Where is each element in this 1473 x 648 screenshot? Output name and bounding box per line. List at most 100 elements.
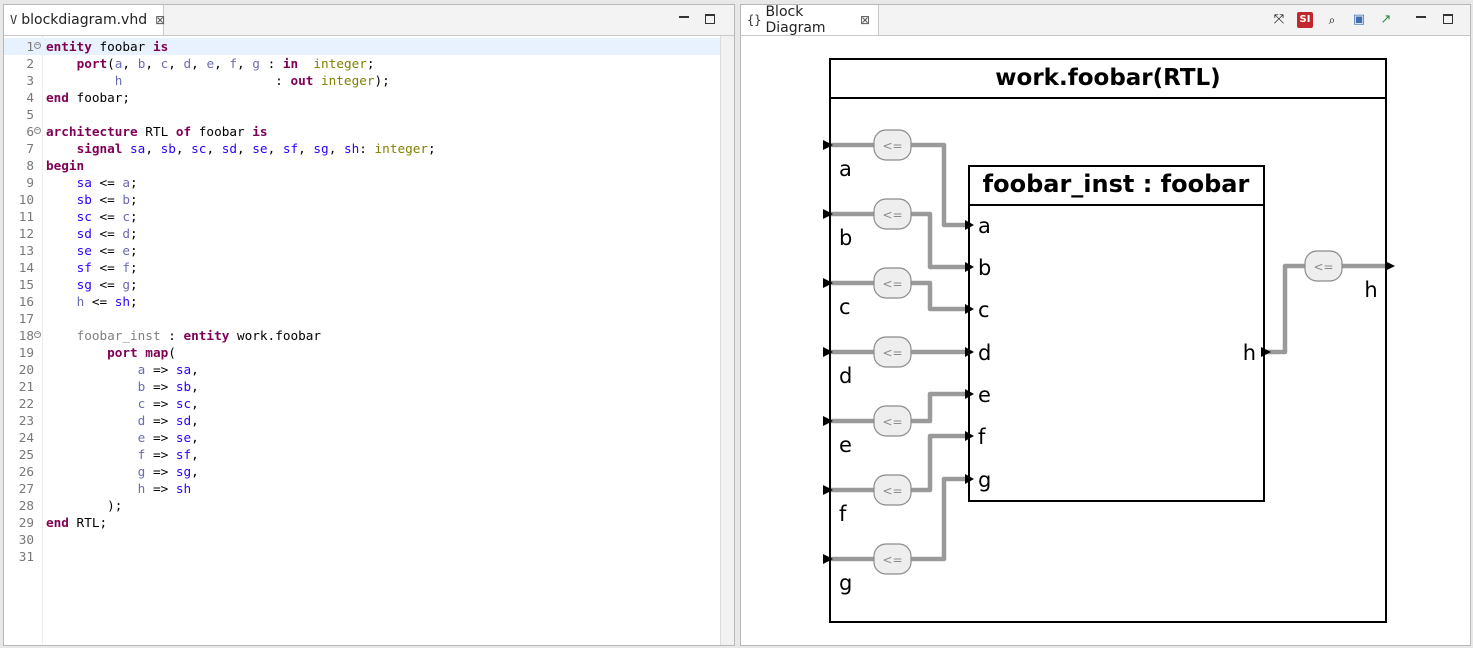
code-line[interactable]: 15 sg <= g;: [4, 276, 720, 293]
minimize-icon[interactable]: [676, 11, 692, 27]
block-diagram-icon: {}: [747, 13, 762, 27]
code-line[interactable]: 7 signal sa, sb, sc, sd, se, sf, sg, sh:…: [4, 140, 720, 157]
code-text: h : out integer);: [114, 73, 390, 88]
instance-port-label-f: f: [978, 425, 986, 449]
line-number: 3: [26, 73, 34, 88]
line-number: 5: [26, 107, 34, 122]
line-number: 30: [18, 532, 34, 547]
code-line[interactable]: 18− foobar_inst : entity work.foobar: [4, 327, 720, 344]
editor-panel: V blockdiagram.vhd ⊠ 1− entity foobar is 2…: [3, 4, 735, 646]
line-number: 28: [18, 498, 34, 513]
close-icon[interactable]: ⊠: [155, 13, 165, 27]
line-number: 22: [18, 396, 34, 411]
maximize-icon[interactable]: [1440, 11, 1456, 27]
input-port-label-e: e: [839, 433, 852, 457]
instance-port-label-d: d: [978, 341, 991, 365]
code-line[interactable]: 11 sc <= c;: [4, 208, 720, 225]
code-line[interactable]: 23 d => sd,: [4, 412, 720, 429]
instance-port-label-e: e: [978, 383, 991, 407]
save-icon[interactable]: ▣: [1351, 12, 1367, 28]
vertical-scrollbar[interactable]: [720, 36, 734, 645]
fit-to-view-icon[interactable]: ⤧: [1271, 12, 1287, 28]
code-text: b => sb,: [137, 379, 199, 394]
line-number: 8: [26, 158, 34, 173]
code-text: a => sa,: [137, 362, 199, 377]
code-line[interactable]: 10 sb <= b;: [4, 191, 720, 208]
code-text: end foobar;: [46, 90, 131, 105]
code-line[interactable]: 27 h => sh: [4, 480, 720, 497]
minimize-icon[interactable]: [1413, 11, 1429, 27]
code-line[interactable]: 9 sa <= a;: [4, 174, 720, 191]
code-editor[interactable]: 1− entity foobar is 2 port(a, b, c, d, e, …: [4, 36, 720, 645]
code-line[interactable]: 30: [4, 531, 720, 548]
code-line[interactable]: 12 sd <= d;: [4, 225, 720, 242]
code-line[interactable]: 2 port(a, b, c, d, e, f, g : in integer;: [4, 55, 720, 72]
code-line[interactable]: 3 h : out integer);: [4, 72, 720, 89]
input-port-label-b: b: [839, 226, 852, 250]
assign-label-h: <=: [1313, 260, 1333, 274]
code-line[interactable]: 26 g => sg,: [4, 463, 720, 480]
code-line[interactable]: 29 end RTL;: [4, 514, 720, 531]
input-port-label-a: a: [839, 157, 852, 181]
code-text: g => sg,: [137, 464, 199, 479]
tab-blockdiagram-vhd[interactable]: V blockdiagram.vhd ⊠: [4, 5, 165, 35]
line-number: 7: [26, 141, 34, 156]
code-line[interactable]: 24 e => se,: [4, 429, 720, 446]
maximize-icon[interactable]: [702, 11, 718, 27]
code-line[interactable]: 14 sf <= f;: [4, 259, 720, 276]
code-line[interactable]: 8 begin: [4, 157, 720, 174]
block-diagram-panel: {} Block Diagram ⊠ ⤧ SI ⌕ ▣ ↗ work.fooba…: [740, 4, 1471, 646]
code-text: sf <= f;: [76, 260, 138, 275]
line-number: 2: [26, 56, 34, 71]
code-line[interactable]: 31: [4, 548, 720, 565]
input-port-label-g: g: [839, 571, 852, 595]
zoom-icon[interactable]: ⌕: [1324, 12, 1340, 28]
assign-label-b: <=: [882, 208, 902, 222]
code-line[interactable]: 25 f => sf,: [4, 446, 720, 463]
line-number: 4: [26, 90, 34, 105]
fold-toggle-icon[interactable]: −: [34, 42, 41, 49]
output-port-label-h: h: [1364, 278, 1377, 302]
instance-block: [968, 165, 1265, 502]
code-text: sc <= c;: [76, 209, 138, 224]
input-port-label-c: c: [839, 295, 851, 319]
code-line[interactable]: 13 se <= e;: [4, 242, 720, 259]
code-line[interactable]: 19 port map(: [4, 344, 720, 361]
line-number: 25: [18, 447, 34, 462]
assign-label-c: <=: [882, 277, 902, 291]
tab-title: Block Diagram: [765, 4, 826, 36]
code-line[interactable]: 22 c => sc,: [4, 395, 720, 412]
code-line[interactable]: 20 a => sa,: [4, 361, 720, 378]
line-number: 1: [26, 39, 34, 54]
block-diagram: work.foobar(RTL) foobar_inst : foobar a <= a…: [823, 58, 1395, 623]
tab-block-diagram[interactable]: {} Block Diagram ⊠: [741, 4, 879, 36]
code-text: architecture RTL of foobar is: [46, 124, 268, 139]
line-number: 24: [18, 430, 34, 445]
fold-toggle-icon[interactable]: −: [34, 127, 41, 134]
code-line[interactable]: 16 h <= sh;: [4, 293, 720, 310]
sigasi-icon[interactable]: SI: [1297, 12, 1313, 28]
code-line[interactable]: 21 b => sb,: [4, 378, 720, 395]
code-line[interactable]: 4 end foobar;: [4, 89, 720, 106]
code-text: e => se,: [137, 430, 199, 445]
code-line[interactable]: 5: [4, 106, 720, 123]
export-icon[interactable]: ↗: [1378, 12, 1394, 28]
line-number: 10: [18, 192, 34, 207]
code-text: h => sh: [137, 481, 192, 496]
close-icon[interactable]: ⊠: [860, 13, 870, 27]
code-text: begin: [46, 158, 85, 173]
code-line[interactable]: 6− architecture RTL of foobar is: [4, 123, 720, 140]
line-number: 6: [26, 124, 34, 139]
input-port-label-d: d: [839, 364, 852, 388]
fold-toggle-icon[interactable]: −: [34, 331, 41, 338]
code-line[interactable]: 28 );: [4, 497, 720, 514]
code-text: d => sd,: [137, 413, 199, 428]
diagram-canvas[interactable]: work.foobar(RTL) foobar_inst : foobar a <= a…: [741, 36, 1470, 645]
entity-title: work.foobar(RTL): [995, 65, 1220, 91]
code-line[interactable]: 1− entity foobar is: [4, 38, 720, 55]
assign-label-e: <=: [882, 415, 902, 429]
code-text: sg <= g;: [76, 277, 138, 292]
code-line[interactable]: 17: [4, 310, 720, 327]
line-number: 16: [18, 294, 34, 309]
editor-tabbar: V blockdiagram.vhd ⊠: [4, 5, 734, 36]
